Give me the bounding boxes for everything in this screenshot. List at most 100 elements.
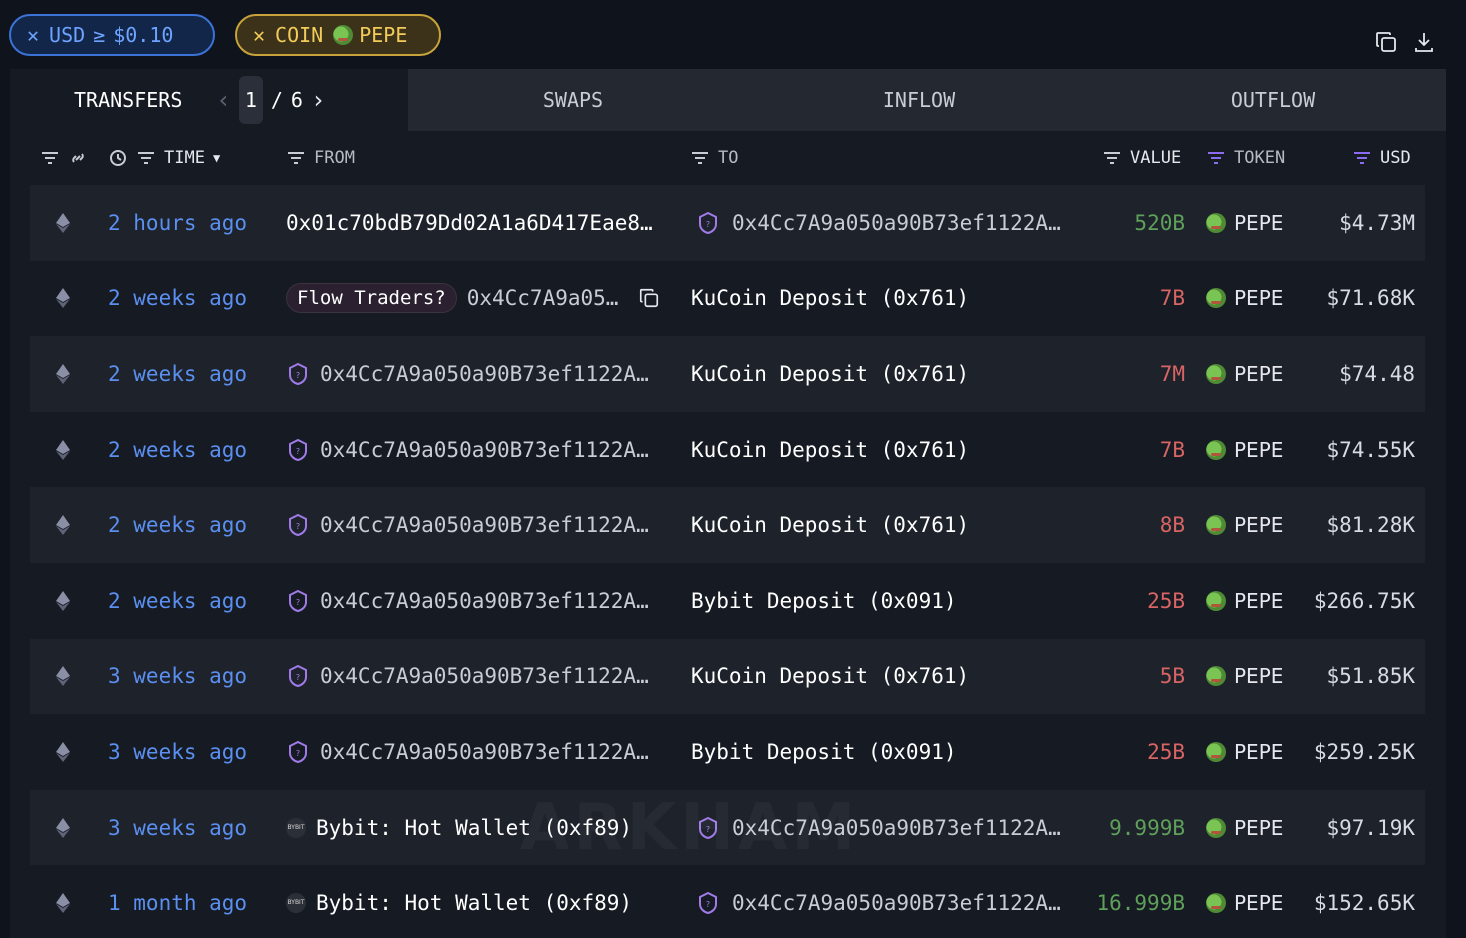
header-from: FROM: [286, 148, 355, 168]
coin-filter-chip[interactable]: ✕ COIN PEPE: [235, 14, 441, 56]
header-usd-label[interactable]: USD: [1380, 148, 1411, 168]
sort-desc-icon[interactable]: ▼: [213, 151, 220, 165]
table-row[interactable]: 2 weeks ago ? 0x4Cc7A9a050a90B73ef1122A… …: [30, 487, 1425, 563]
tab-outflow[interactable]: OUTFLOW: [1100, 69, 1446, 131]
from-cell: ? 0x4Cc7A9a050a90B73ef1122A…: [286, 589, 649, 613]
to-cell: Bybit Deposit (0x091): [691, 740, 957, 764]
table-row[interactable]: 2 hours ago 0x01c70bdB79Dd02A1a6D417Eae8…: [30, 185, 1425, 261]
table-row[interactable]: 2 weeks ago ? 0x4Cc7A9a050a90B73ef1122A… …: [30, 336, 1425, 412]
tab-transfers[interactable]: TRANSFERS ‹ 1 / 6 ›: [10, 69, 408, 131]
time-link[interactable]: 2 weeks ago: [108, 286, 247, 310]
page-separator: /: [270, 88, 283, 112]
time-link[interactable]: 2 weeks ago: [108, 513, 247, 537]
filter-icon[interactable]: [690, 149, 710, 167]
to-address[interactable]: 0x4Cc7A9a050a90B73ef1122A…: [732, 211, 1061, 235]
header-time-label[interactable]: TIME: [164, 148, 205, 168]
header-value: VALUE: [1102, 148, 1181, 168]
from-address[interactable]: 0x4Cc7A9a050a90B73ef1122A…: [320, 438, 649, 462]
to-entity[interactable]: KuCoin Deposit (0x761): [691, 513, 969, 537]
table-row[interactable]: 3 weeks ago ? 0x4Cc7A9a050a90B73ef1122A… …: [30, 714, 1425, 790]
time-link[interactable]: 3 weeks ago: [108, 816, 247, 840]
time-link[interactable]: 3 weeks ago: [108, 740, 247, 764]
entity-tag[interactable]: Flow Traders?: [286, 283, 457, 314]
time-link[interactable]: 2 weeks ago: [108, 362, 247, 386]
svg-text:?: ?: [296, 522, 300, 531]
filter-icon[interactable]: [286, 149, 306, 167]
token-symbol: PEPE: [1234, 815, 1284, 840]
usd-cell: $266.75K: [1313, 588, 1415, 613]
to-entity[interactable]: KuCoin Deposit (0x761): [691, 438, 969, 462]
time-link[interactable]: 2 weeks ago: [108, 589, 247, 613]
ethereum-chain-icon: [56, 666, 70, 687]
to-entity[interactable]: Bybit Deposit (0x091): [691, 589, 957, 613]
from-address[interactable]: 0x4Cc7A9a05…: [467, 286, 619, 310]
chevron-right-icon[interactable]: ›: [311, 86, 325, 114]
from-address[interactable]: 0x4Cc7A9a050a90B73ef1122A…: [320, 740, 649, 764]
clock-icon[interactable]: [108, 149, 128, 167]
copy-icon[interactable]: [1374, 30, 1398, 54]
token-cell[interactable]: PEPE: [1206, 513, 1283, 537]
table-row[interactable]: 1 month ago BYBIT Bybit: Hot Wallet (0xf8…: [30, 865, 1425, 938]
header-chain-col: [40, 149, 88, 167]
to-entity[interactable]: KuCoin Deposit (0x761): [691, 664, 969, 688]
svg-text:?: ?: [296, 447, 300, 456]
token-cell[interactable]: PEPE: [1206, 286, 1283, 310]
filter-icon[interactable]: [40, 149, 60, 167]
to-entity[interactable]: KuCoin Deposit (0x761): [691, 362, 969, 386]
table-row[interactable]: 3 weeks ago ? 0x4Cc7A9a050a90B73ef1122A… …: [30, 638, 1425, 715]
from-address[interactable]: 0x4Cc7A9a050a90B73ef1122A…: [320, 362, 649, 386]
token-symbol: PEPE: [1234, 891, 1284, 916]
time-link[interactable]: 3 weeks ago: [108, 664, 247, 688]
from-address[interactable]: 0x4Cc7A9a050a90B73ef1122A…: [320, 513, 649, 537]
pagination: ‹ 1 / 6 ›: [216, 76, 325, 124]
token-cell[interactable]: PEPE: [1206, 740, 1283, 764]
tab-inflow[interactable]: INFLOW: [738, 69, 1100, 131]
time-link[interactable]: 2 weeks ago: [108, 438, 247, 462]
usd-filter-chip[interactable]: ✕ USD ≥ $0.10: [9, 14, 215, 56]
from-address[interactable]: 0x01c70bdB79Dd02A1a6D417Eae8…: [286, 211, 653, 235]
from-cell: ? 0x4Cc7A9a050a90B73ef1122A…: [286, 438, 649, 462]
from-address[interactable]: 0x4Cc7A9a050a90B73ef1122A…: [320, 664, 649, 688]
to-cell: KuCoin Deposit (0x761): [691, 362, 969, 386]
token-cell[interactable]: PEPE: [1206, 589, 1283, 613]
from-entity[interactable]: Bybit: Hot Wallet (0xf89): [316, 891, 632, 915]
table-row[interactable]: 2 weeks ago Flow Traders? 0x4Cc7A9a05… K…: [30, 261, 1425, 337]
link-icon[interactable]: [68, 149, 88, 167]
table-actions: [1374, 30, 1436, 54]
to-entity[interactable]: Bybit Deposit (0x091): [691, 740, 957, 764]
to-entity[interactable]: KuCoin Deposit (0x761): [691, 286, 969, 310]
token-cell[interactable]: PEPE: [1206, 891, 1283, 915]
current-page[interactable]: 1: [238, 76, 263, 124]
to-cell: ? 0x4Cc7A9a050a90B73ef1122A…: [696, 816, 1061, 840]
pepe-token-icon: [1206, 363, 1226, 384]
time-link[interactable]: 2 hours ago: [108, 211, 247, 235]
time-link[interactable]: 1 month ago: [108, 891, 247, 915]
filter-icon[interactable]: [1352, 149, 1372, 167]
from-entity[interactable]: Bybit: Hot Wallet (0xf89): [316, 816, 632, 840]
token-cell[interactable]: PEPE: [1206, 664, 1283, 688]
table-row[interactable]: 2 weeks ago ? 0x4Cc7A9a050a90B73ef1122A… …: [30, 563, 1425, 639]
to-address[interactable]: 0x4Cc7A9a050a90B73ef1122A…: [732, 816, 1061, 840]
filter-icon[interactable]: [1102, 149, 1122, 167]
pepe-token-icon: [1206, 817, 1226, 838]
table-row[interactable]: 2 weeks ago ? 0x4Cc7A9a050a90B73ef1122A… …: [30, 412, 1425, 488]
to-cell: ? 0x4Cc7A9a050a90B73ef1122A…: [696, 211, 1061, 235]
to-address[interactable]: 0x4Cc7A9a050a90B73ef1122A…: [732, 891, 1061, 915]
usd-cell: $259.25K: [1313, 739, 1415, 764]
copy-address-icon[interactable]: [638, 287, 660, 309]
token-cell[interactable]: PEPE: [1206, 362, 1283, 386]
filter-icon[interactable]: [1206, 149, 1226, 167]
chevron-left-icon[interactable]: ‹: [216, 86, 230, 114]
token-cell[interactable]: PEPE: [1206, 438, 1283, 462]
filter-icon[interactable]: [136, 149, 156, 167]
table-row[interactable]: 3 weeks ago BYBIT Bybit: Hot Wallet (0xf8…: [30, 789, 1425, 866]
token-cell[interactable]: PEPE: [1206, 211, 1283, 235]
usd-filter-label: USD: [49, 23, 86, 47]
from-address[interactable]: 0x4Cc7A9a050a90B73ef1122A…: [320, 589, 649, 613]
remove-filter-icon[interactable]: ✕: [253, 23, 265, 47]
download-icon[interactable]: [1412, 30, 1436, 54]
header-value-label[interactable]: VALUE: [1130, 148, 1181, 168]
tab-swaps[interactable]: SWAPS: [408, 69, 738, 131]
remove-filter-icon[interactable]: ✕: [27, 23, 39, 47]
token-cell[interactable]: PEPE: [1206, 816, 1283, 840]
